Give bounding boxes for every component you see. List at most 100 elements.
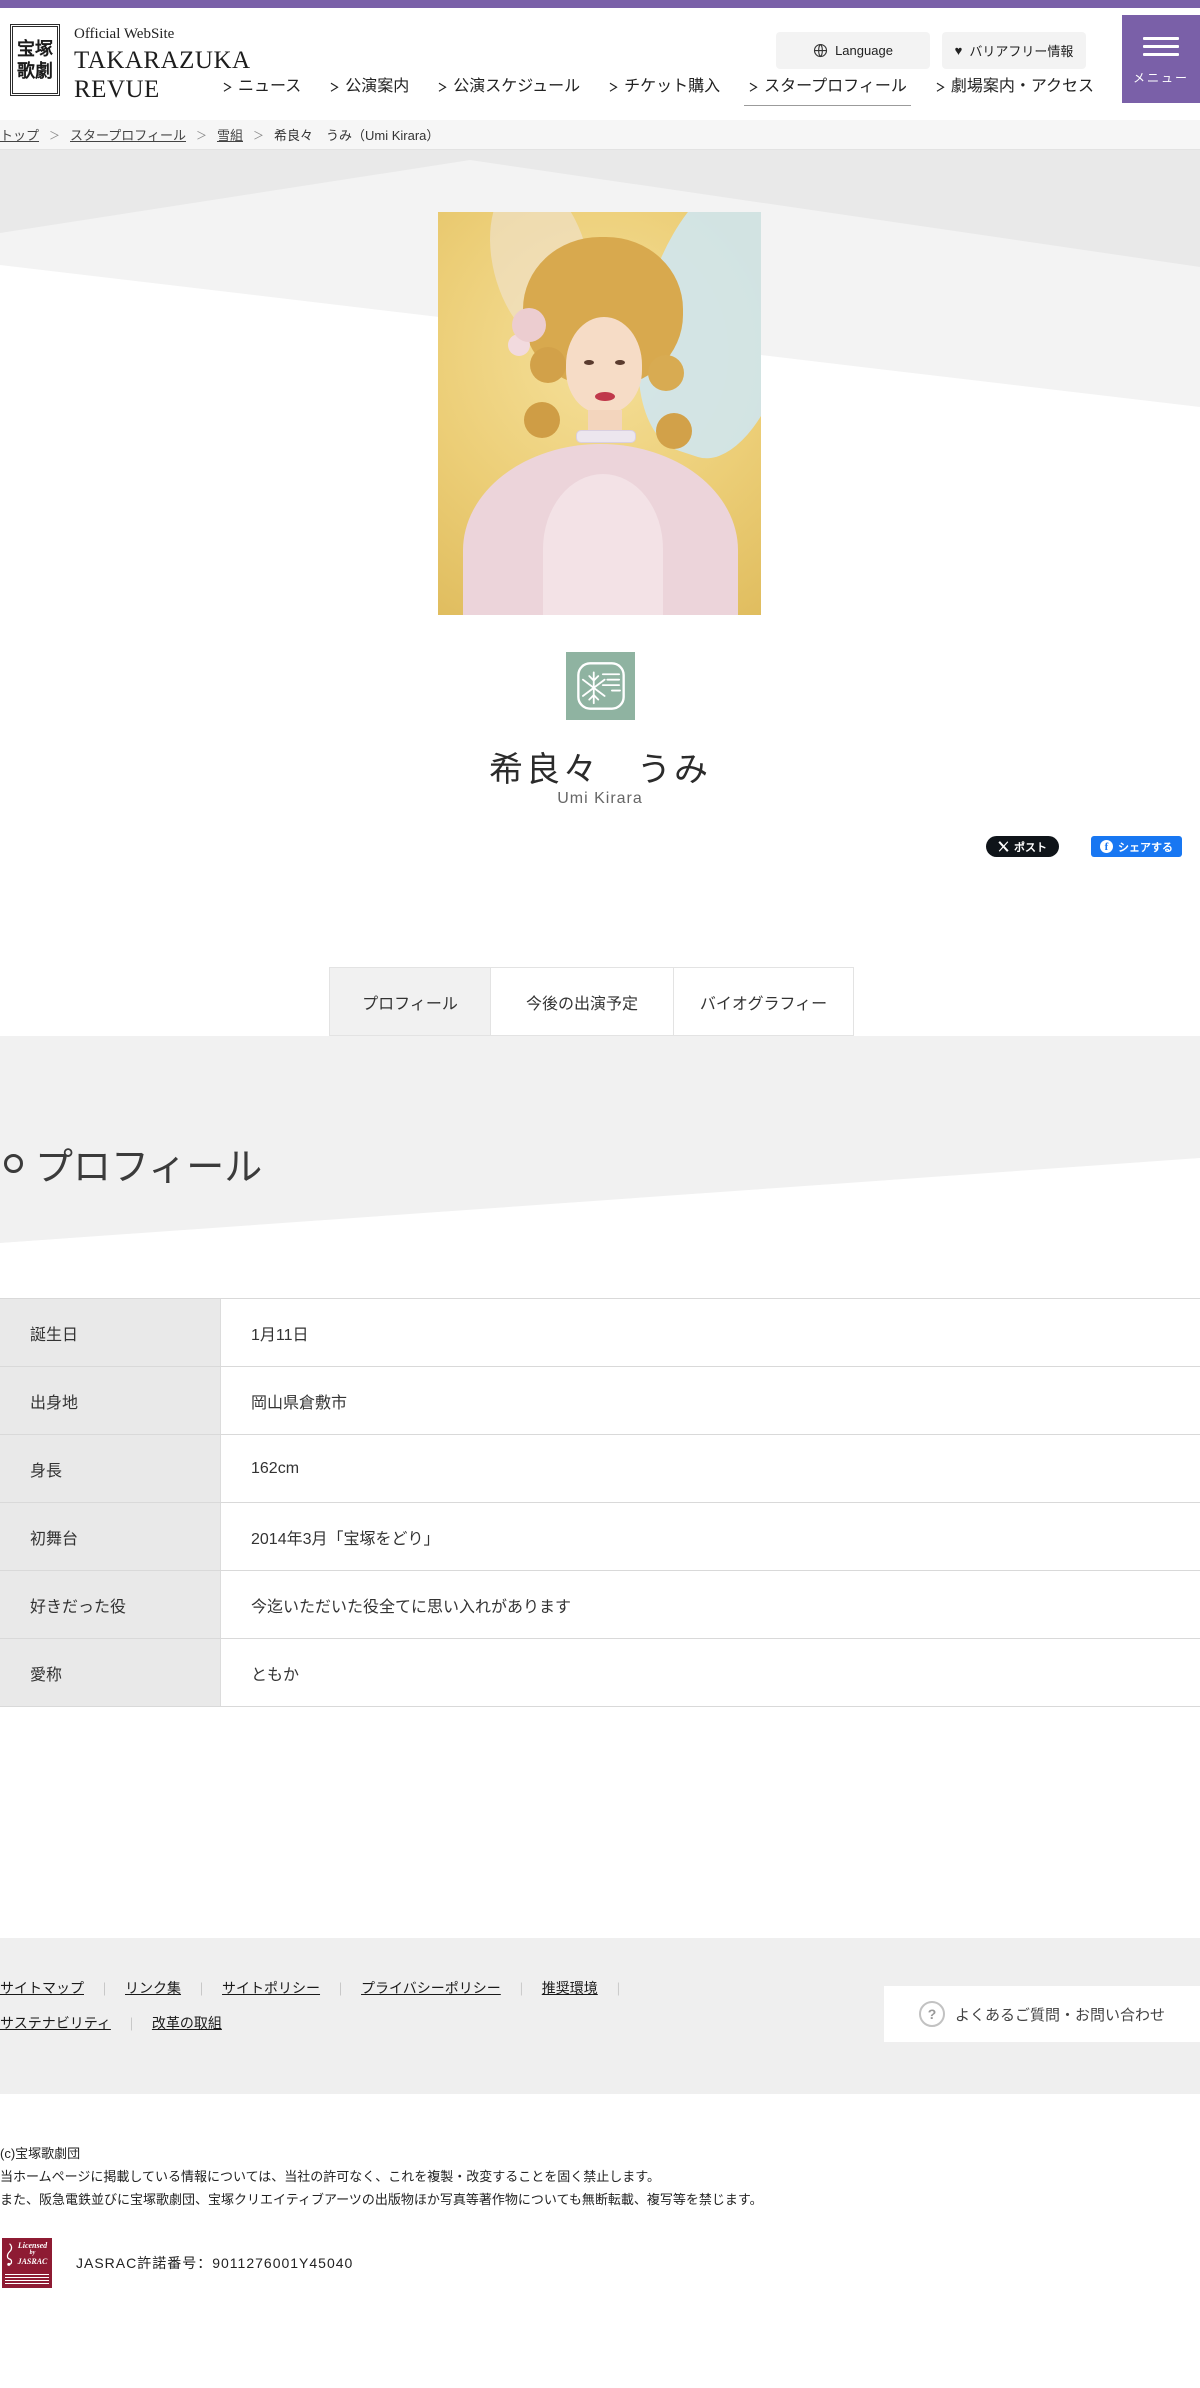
row-value: 岡山県倉敷市 [251,1394,348,1412]
table-row: 愛称 ともか [0,1639,1200,1707]
nav-item-label: 公演案内 [345,78,410,95]
nav-item-label: ニュース [238,78,302,95]
seal-text-bottom: 歌劇 [17,61,53,81]
footer-separator: ｜ [195,1981,209,1997]
breadcrumb-link-top[interactable]: トップ [0,125,39,144]
nav-item-tickets[interactable]: ＞ チケット購入 [608,72,720,106]
facebook-share-label: シェアする [1118,841,1173,854]
main-nav: ＞ ニュース ＞ 公演案内 ＞ 公演スケジュール ＞ チケット購入 ＞ スタープ… [222,72,1094,106]
breadcrumb-separator: ＞ [49,129,61,142]
breadcrumb-link-snow-troupe[interactable]: 雪組 [217,125,243,144]
footer-links-band: サイトマップ ｜ リンク集 ｜ サイトポリシー ｜ プライバシーポリシー ｜ 推… [0,1938,1200,2094]
table-row: 誕生日 1月11日 [0,1299,1200,1367]
brand-line1: TAKARAZUKA [74,47,251,74]
star-name: 希良々 うみ [489,751,711,789]
question-icon: ? [918,2001,945,2027]
row-label: 誕生日 [0,1299,221,1366]
barrier-free-label: バリアフリー情報 [969,44,1074,59]
jasrac-badge-line: by [29,2250,36,2256]
profile-section: プロフィール 誕生日 1月11日 出身地 岡山県倉敷市 身長 162cm 初舞台… [0,1036,1200,1938]
footer-link-reform[interactable]: 改革の取組 [152,2013,222,2033]
row-value: 今迄いただいた役全てに思い入れがあります [251,1598,572,1616]
official-website-label: Official WebSite [74,26,175,42]
nav-item-label: 公演スケジュール [453,78,581,95]
seal-text-top: 宝塚 [17,39,53,59]
breadcrumb: トップ ＞ スタープロフィール ＞ 雪組 ＞ 希良々 うみ（Umi Kirara… [0,120,1200,150]
copyright-line: (c)宝塚歌劇団 [0,2146,81,2161]
barrier-free-button[interactable]: ♥ バリアフリー情報 [942,32,1086,69]
footer-links: サイトマップ ｜ リンク集 ｜ サイトポリシー ｜ プライバシーポリシー ｜ 推… [0,1978,639,2048]
site-logo[interactable]: 宝塚 歌劇 Official WebSite TAKARAZUKA REVUE [10,24,251,104]
jasrac-badge-text: Licensed by JASRAC [16,2241,49,2266]
table-row: 好きだった役 今迄いただいた役全てに思い入れがあります [0,1571,1200,1639]
footer-link-site-policy[interactable]: サイトポリシー [222,1978,320,1998]
tab-profile[interactable]: プロフィール [329,967,491,1036]
row-label: 愛称 [0,1639,221,1706]
row-value: 2014年3月「宝塚をどり」 [251,1530,440,1548]
chevron-right-icon: ＞ [935,82,946,94]
treble-clef-icon [6,2243,13,2266]
row-value: 1月11日 [251,1326,309,1344]
footer-separator: ｜ [611,1981,625,1997]
breadcrumb-link-star-profile[interactable]: スタープロフィール [70,125,186,144]
jasrac-badge-line: Licensed [17,2241,48,2250]
menu-label: メニュー [1132,71,1189,85]
nav-item-star-profile[interactable]: ＞ スタープロフィール [744,72,911,106]
footer-link-sitemap[interactable]: サイトマップ [0,1978,84,1998]
circle-bullet-icon [4,1154,23,1173]
nav-item-access[interactable]: ＞ 劇場案内・アクセス [935,72,1094,106]
share-buttons: ポスト f シェアする [986,836,1182,857]
top-accent-bar [0,0,1200,8]
faq-contact-button[interactable]: ? よくあるご質問・お問い合わせ [884,1986,1200,2042]
nav-item-label: チケット購入 [624,78,721,95]
tab-biography[interactable]: バイオグラフィー [673,967,854,1036]
nav-item-label: 劇場案内・アクセス [950,78,1095,95]
table-row: 身長 162cm [0,1435,1200,1503]
chevron-right-icon: ＞ [330,82,340,94]
nav-item-schedule[interactable]: ＞ 公演スケジュール [437,72,580,106]
star-hero-section: 希良々 うみ Umi Kirara ポスト f シェアする プロフィール 今後の… [0,150,1200,1036]
table-row: 初舞台 2014年3月「宝塚をどり」 [0,1503,1200,1571]
photo-hair-flower [512,308,546,342]
heart-icon: ♥ [954,43,963,58]
footer-link-recommended-env[interactable]: 推奨環境 [542,1978,598,1998]
nav-item-performances[interactable]: ＞ 公演案内 [329,72,409,106]
footer-link-links[interactable]: リンク集 [125,1978,181,1998]
footer-link-privacy-policy[interactable]: プライバシーポリシー [361,1978,501,1998]
star-name-romaji: Umi Kirara [557,790,643,807]
copyright-block: (c)宝塚歌劇団 当ホームページに掲載している情報については、当社の許可なく、こ… [0,2142,763,2211]
footer-separator: ｜ [98,1981,112,1997]
chevron-right-icon: ＞ [608,82,619,94]
facebook-share-button[interactable]: f シェアする [1091,836,1182,857]
row-label: 好きだった役 [0,1571,221,1638]
tab-upcoming-performances[interactable]: 今後の出演予定 [490,967,674,1036]
page: 宝塚 歌劇 Official WebSite TAKARAZUKA REVUE … [0,0,1200,2388]
row-value: ともか [251,1666,300,1684]
footer-separator: ｜ [334,1981,348,1997]
footer-link-sustainability[interactable]: サステナビリティ [0,2013,111,2033]
row-value: 162cm [251,1459,300,1477]
nav-item-label: スタープロフィール [764,78,907,95]
breadcrumb-separator: ＞ [195,129,207,142]
breadcrumb-separator: ＞ [253,129,264,142]
copyright-line: 当ホームページに掲載している情報については、当社の許可なく、これを複製・改変する… [0,2169,661,2184]
tab-label: バイオグラフィー [699,995,828,1013]
takarazuka-seal-logo: 宝塚 歌劇 [10,24,60,96]
facebook-icon: f [1100,840,1113,853]
section-title-text: プロフィール [35,1147,263,1189]
snow-troupe-icon [566,652,635,720]
star-photo [438,212,761,615]
photo-dress-highlight [543,474,663,615]
header-utility-buttons: Language ♥ バリアフリー情報 [776,32,1086,69]
photo-hair-curls [530,347,566,383]
chevron-right-icon: ＞ [438,82,448,94]
row-label: 出身地 [0,1367,221,1434]
row-label: 初舞台 [0,1503,221,1570]
menu-button[interactable]: メニュー [1122,15,1200,103]
row-label: 身長 [0,1435,221,1502]
table-row: 出身地 岡山県倉敷市 [0,1367,1200,1435]
language-button[interactable]: Language [776,32,930,69]
nav-item-news[interactable]: ＞ ニュース [222,72,301,106]
x-post-button[interactable]: ポスト [986,836,1059,857]
globe-icon [814,43,828,58]
